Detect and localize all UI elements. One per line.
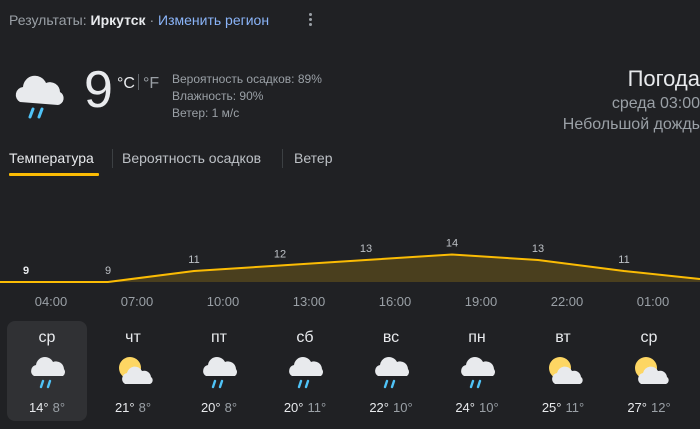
temperature-value-label: 12 — [274, 249, 286, 261]
partly-sunny-icon — [113, 351, 157, 391]
day-name: чт — [125, 329, 141, 346]
tab-temperature[interactable]: Температура — [9, 148, 94, 168]
separator-dot: · — [149, 12, 155, 28]
time-tick-label: 13:00 — [293, 294, 326, 309]
temperature-value-label: 11 — [618, 254, 629, 266]
time-tick-label: 22:00 — [551, 294, 584, 309]
day-high: 20° — [200, 400, 221, 415]
weather-title: Погода — [627, 66, 700, 91]
day-temperatures: 20° 11° — [265, 400, 345, 415]
day-name: сб — [296, 329, 314, 346]
temperature-value-label: 14 — [446, 238, 458, 250]
day-temperatures: 27° 12° — [609, 400, 689, 415]
time-tick-label: 07:00 — [121, 294, 154, 309]
partly-sunny-icon — [543, 351, 587, 391]
rain-cloud-icon — [15, 75, 64, 119]
temperature-chart: 9 9 11 12 13 14 13 11 04:00 07:00 10:00 13:00 16:00 1… — [0, 238, 700, 309]
day-name: пн — [468, 329, 486, 346]
day-high: 20° — [283, 400, 304, 415]
weather-condition: Небольшой дождь — [562, 116, 700, 133]
day-temperatures: 24° 10° — [437, 400, 517, 415]
day-low: 8° — [52, 400, 66, 415]
day-low: 10° — [393, 400, 413, 415]
temperature-value-label: 13 — [532, 243, 544, 255]
day-temperatures: 22° 10° — [351, 400, 431, 415]
day-forecast[interactable]: сб 20° 11° — [265, 321, 345, 421]
precipitation-chance: Вероятность осадков: 89% — [172, 72, 322, 86]
time-tick-label: 10:00 — [207, 294, 240, 309]
wind-speed: Ветер: 1 м/с — [172, 106, 240, 120]
day-forecast[interactable]: пт 20° 8° — [179, 321, 259, 421]
day-name: ср — [38, 329, 56, 346]
humidity: Влажность: 90% — [172, 89, 264, 103]
unit-switch: °C °F — [117, 74, 159, 93]
day-name: вт — [555, 329, 571, 346]
kebab-icon[interactable] — [302, 11, 318, 31]
current-temperature: 9 — [84, 61, 113, 119]
day-low: 11° — [565, 400, 585, 415]
unit-celsius[interactable]: °C — [117, 75, 135, 92]
tab-wind[interactable]: Ветер — [294, 148, 333, 168]
temperature-value-label: 11 — [188, 254, 199, 266]
day-temperatures: 14° 8° — [7, 400, 87, 415]
day-forecast[interactable]: вс 22° 10° — [351, 321, 431, 421]
time-tick-label: 04:00 — [35, 294, 68, 309]
day-temperatures: 20° 8° — [179, 400, 259, 415]
day-low: 12° — [651, 400, 671, 415]
day-forecast[interactable]: ср 14° 8° — [7, 321, 87, 421]
day-high: 27° — [627, 400, 647, 415]
region-line: Результаты: Иркутск · Изменить регион — [9, 12, 269, 28]
day-high: 14° — [28, 400, 49, 415]
results-label: Результаты: — [9, 12, 87, 28]
day-name: ср — [640, 329, 658, 346]
day-high: 21° — [114, 400, 135, 415]
change-region-link[interactable]: Изменить регион — [158, 12, 269, 28]
time-tick-label: 01:00 — [637, 294, 670, 309]
day-forecast[interactable]: вт 25° 11° — [523, 321, 603, 421]
city-name: Иркутск — [90, 12, 146, 28]
day-low: 10° — [479, 400, 499, 415]
day-high: 22° — [369, 400, 389, 415]
day-high: 24° — [455, 400, 475, 415]
partly-sunny-icon — [629, 351, 673, 391]
time-tick-label: 19:00 — [465, 294, 498, 309]
unit-fahrenheit[interactable]: °F — [143, 75, 159, 92]
weather-time: среда 03:00 — [611, 95, 700, 112]
day-low: 11° — [307, 400, 327, 415]
rain-cloud-icon — [457, 351, 501, 391]
tab-precipitation[interactable]: Вероятность осадков — [122, 148, 261, 168]
day-name: вс — [382, 329, 400, 346]
day-high: 25° — [541, 400, 562, 415]
rain-cloud-icon — [285, 351, 329, 391]
temperature-value-label: 9 — [105, 265, 111, 277]
weather-details: Вероятность осадков: 89% Влажность: 90% … — [172, 71, 322, 122]
temperature-value-label: 13 — [360, 243, 372, 255]
current-weather-icon — [10, 68, 70, 122]
day-temperatures: 25° 11° — [523, 400, 603, 415]
rain-cloud-icon — [199, 351, 243, 391]
day-low: 8° — [138, 400, 152, 415]
temperature-value-label: 9 — [23, 265, 29, 277]
rain-cloud-icon — [371, 351, 415, 391]
active-tab-indicator — [9, 173, 99, 176]
day-forecast[interactable]: ср 27° 12° — [609, 321, 689, 421]
rain-cloud-icon — [27, 351, 71, 391]
day-low: 8° — [224, 400, 238, 415]
day-temperatures: 21° 8° — [93, 400, 173, 415]
day-forecast[interactable]: пн 24° 10° — [437, 321, 517, 421]
day-forecast[interactable]: чт 21° 8° — [93, 321, 173, 421]
day-name: пт — [211, 329, 227, 346]
time-tick-label: 16:00 — [379, 294, 412, 309]
